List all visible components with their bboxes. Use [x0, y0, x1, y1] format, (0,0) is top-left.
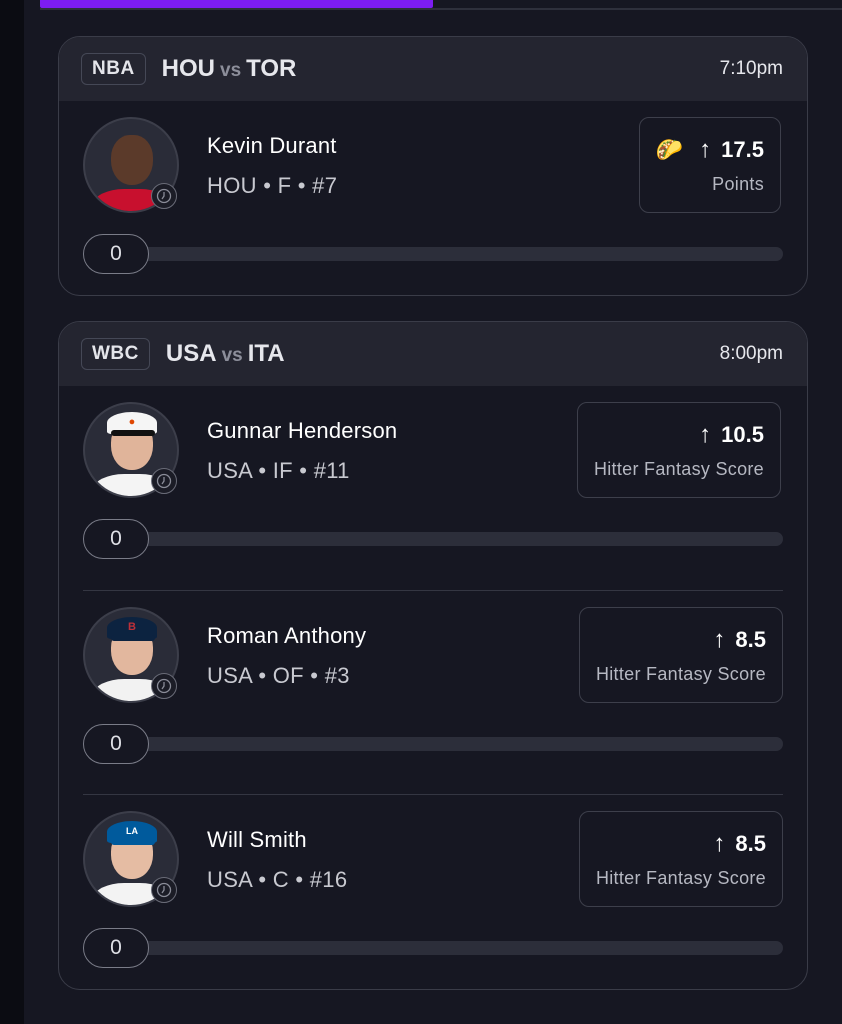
projection-line: ↑ 8.5: [713, 626, 766, 654]
arrow-up-icon: ↑: [699, 135, 712, 163]
left-edge-strip: [0, 0, 24, 1024]
game-card-nba[interactable]: NBA HOU vs TOR 7:10pm Kevin Durant HOU •…: [58, 36, 808, 296]
main-panel: NBA HOU vs TOR 7:10pm Kevin Durant HOU •…: [24, 0, 842, 1024]
league-badge: WBC: [81, 338, 150, 370]
live-progress-value: 0: [83, 234, 149, 274]
projection-button[interactable]: ↑ 8.5 Hitter Fantasy Score: [578, 607, 783, 703]
projection-line: ↑ 8.5: [713, 830, 766, 858]
projection-value: 17.5: [721, 136, 764, 162]
live-progress-track: [85, 941, 783, 955]
game-time: 7:10pm: [719, 58, 783, 79]
player-meta: USA • OF • #3: [207, 663, 350, 688]
projection-stat: Points: [712, 173, 764, 194]
game-header: WBC USA vs ITA 8:00pm: [59, 322, 807, 386]
projection-value: 8.5: [735, 626, 766, 652]
live-progress-track: [85, 247, 783, 261]
arrow-up-icon: ↑: [713, 829, 726, 857]
projection-line: 🌮 ↑ 17.5: [656, 136, 764, 164]
player-row[interactable]: Kevin Durant HOU • F • #7 🌮 ↑ 17.5 Point…: [59, 101, 807, 295]
projection-stat: Hitter Fantasy Score: [595, 867, 766, 888]
clock-icon: [151, 468, 177, 494]
dodgers-logo-icon: LA: [126, 826, 138, 836]
red-sox-logo-icon: B: [128, 621, 136, 633]
projection-value: 10.5: [721, 421, 764, 447]
game-card-wbc[interactable]: WBC USA vs ITA 8:00pm ● Gunnar Henderson…: [58, 321, 808, 990]
live-progress-track: [85, 532, 783, 546]
player-meta: USA • IF • #11: [207, 458, 350, 483]
arrow-up-icon: ↑: [699, 420, 712, 448]
projection-button[interactable]: 🌮 ↑ 17.5 Points: [638, 117, 781, 213]
live-progress-value: 0: [83, 724, 149, 764]
player-name: Roman Anthony: [207, 623, 367, 648]
game-time: 8:00pm: [719, 343, 783, 364]
arrow-up-icon: ↑: [713, 625, 726, 653]
cap-bill-shape: [111, 635, 155, 641]
player-row[interactable]: ● Gunnar Henderson USA • IF • #11 ↑ 10.5…: [59, 386, 807, 590]
vs-label: vs: [220, 60, 242, 81]
head-shape: [111, 135, 153, 185]
live-progress-value: 0: [83, 519, 149, 559]
player-meta: HOU • F • #7: [207, 173, 338, 198]
player-name: Will Smith: [207, 827, 307, 852]
clock-icon: [151, 183, 177, 209]
league-badge: NBA: [81, 53, 146, 85]
game-header: NBA HOU vs TOR 7:10pm: [59, 37, 807, 101]
cap-bill-shape: [111, 430, 155, 436]
player-meta: USA • C • #16: [207, 867, 348, 892]
clock-icon: [151, 673, 177, 699]
matchup: HOU vs TOR: [162, 55, 297, 83]
projection-value: 8.5: [735, 830, 766, 856]
projection-stat: Hitter Fantasy Score: [593, 458, 764, 479]
clock-icon: [151, 877, 177, 903]
top-progress-indicator: [40, 0, 433, 8]
player-row[interactable]: B Roman Anthony USA • OF • #3 ↑ 8.5 Hitt…: [83, 590, 783, 794]
taco-icon: 🌮: [655, 136, 684, 162]
cap-bill-shape: [111, 839, 155, 845]
away-team: ITA: [247, 340, 285, 367]
home-team: USA: [165, 340, 217, 367]
orioles-logo-icon: ●: [128, 416, 136, 428]
projection-line: ↑ 10.5: [699, 421, 764, 449]
vs-label: vs: [221, 345, 243, 366]
top-progress-track: [40, 8, 842, 10]
live-progress-value: 0: [83, 928, 149, 968]
live-progress-track: [85, 737, 783, 751]
player-name: Gunnar Henderson: [207, 418, 398, 443]
player-row[interactable]: LA Will Smith USA • C • #16 ↑ 8.5 Hitter…: [83, 794, 783, 989]
projection-button[interactable]: ↑ 10.5 Hitter Fantasy Score: [576, 402, 781, 498]
away-team: TOR: [246, 55, 297, 82]
projection-stat: Hitter Fantasy Score: [595, 663, 766, 684]
player-name: Kevin Durant: [207, 133, 337, 158]
projection-button[interactable]: ↑ 8.5 Hitter Fantasy Score: [578, 811, 783, 907]
matchup: USA vs ITA: [166, 340, 285, 368]
home-team: HOU: [161, 55, 216, 82]
